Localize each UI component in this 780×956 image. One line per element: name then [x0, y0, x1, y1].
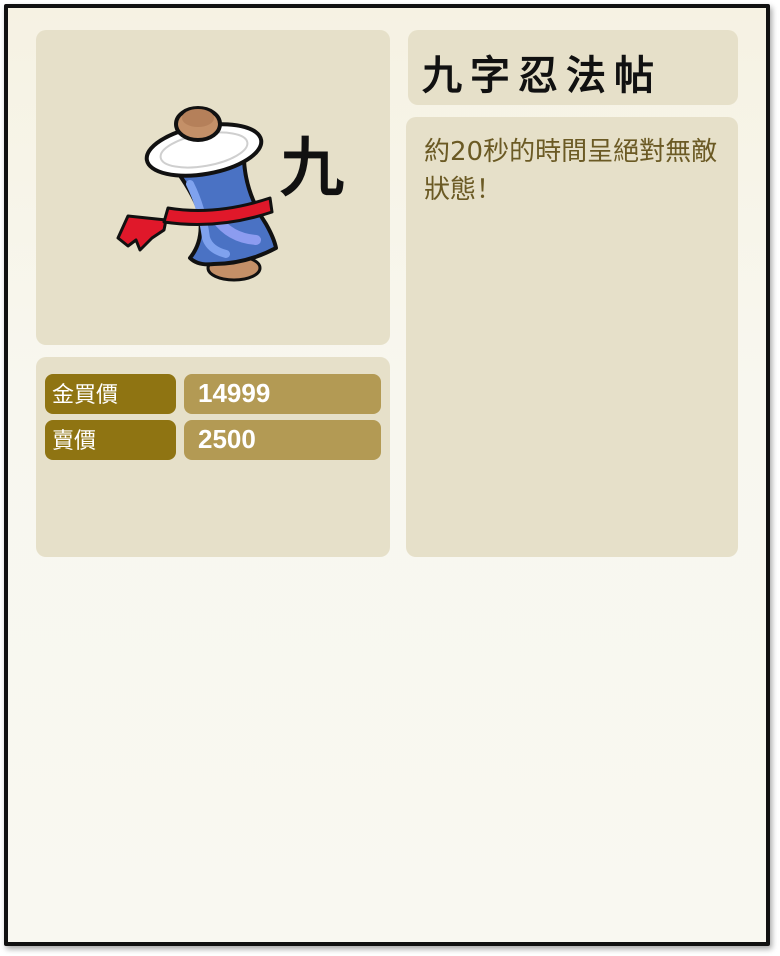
- item-detail-window: 九 金買價 14999 賣價 2500 九字忍法帖 約20秒的時間呈絕對無敵狀態…: [4, 4, 770, 946]
- item-title-panel: 九字忍法帖: [408, 30, 738, 105]
- buy-price-row: 金買價 14999: [45, 374, 381, 414]
- item-description: 約20秒的時間呈絕對無敵狀態！: [424, 137, 718, 205]
- sell-price-label: 賣價: [45, 420, 176, 460]
- sell-price-value: 2500: [184, 420, 381, 460]
- svg-text:九: 九: [280, 131, 344, 206]
- item-image-panel: 九: [36, 30, 390, 345]
- item-description-panel: 約20秒的時間呈絕對無敵狀態！: [406, 117, 738, 557]
- item-stats-panel: 金買價 14999 賣價 2500: [36, 357, 390, 557]
- sell-price-row: 賣價 2500: [45, 420, 381, 460]
- buy-price-value: 14999: [184, 374, 381, 414]
- item-name: 九字忍法帖: [422, 53, 662, 99]
- buy-price-label: 金買價: [45, 374, 176, 414]
- ninja-scroll-icon: 九: [116, 106, 344, 282]
